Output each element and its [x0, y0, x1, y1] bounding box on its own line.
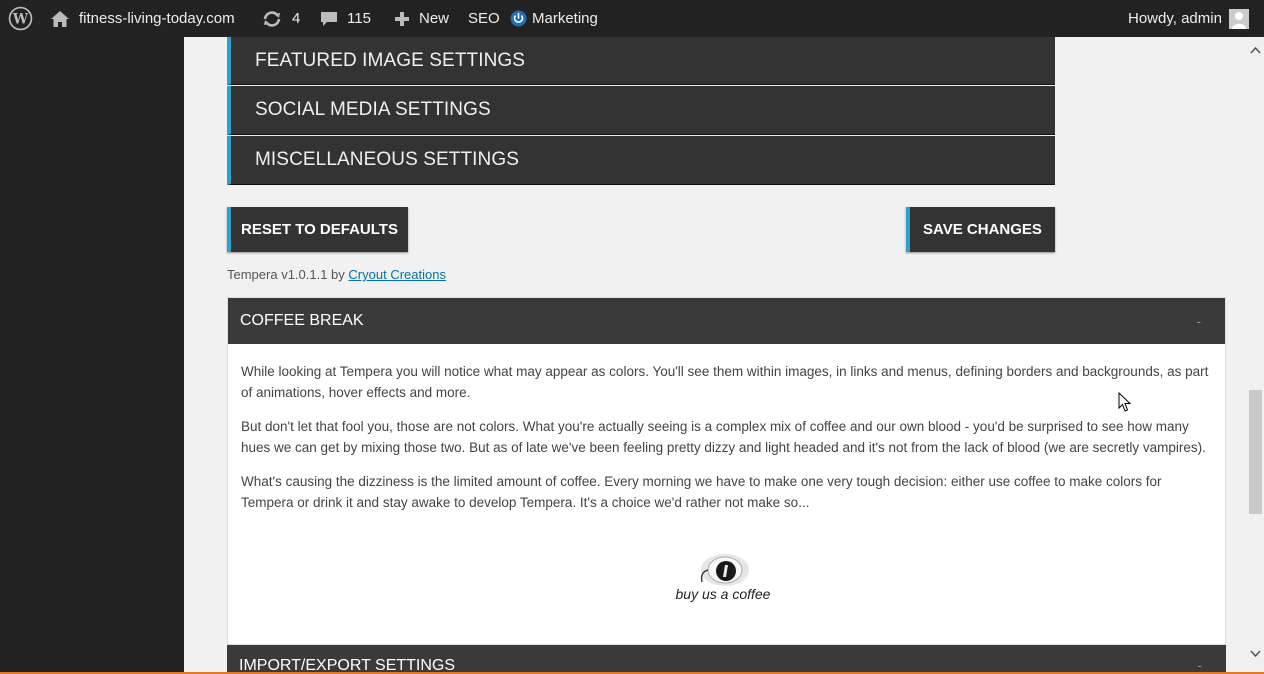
coffee-break-panel: COFFEE BREAK - While looking at Tempera … [227, 297, 1226, 645]
new-label: New [419, 10, 450, 27]
coffee-break-body: While looking at Tempera you will notice… [228, 344, 1225, 513]
section-label: SOCIAL MEDIA SETTINGS [255, 99, 491, 120]
svg-text:W: W [12, 12, 29, 28]
scrollbar-thumb[interactable] [1249, 390, 1262, 514]
my-account-link[interactable]: Howdy, admin [1128, 0, 1249, 37]
new-content-link[interactable]: New [394, 0, 449, 37]
scroll-down-icon[interactable] [1250, 645, 1261, 663]
section-label: MISCELLANEOUS SETTINGS [255, 149, 520, 170]
coffee-label: buy us a coffee [675, 586, 771, 602]
plus-icon [394, 11, 410, 27]
scroll-up-icon[interactable] [1250, 41, 1261, 59]
paragraph: What's causing the dizziness is the limi… [241, 474, 1162, 510]
updates-count: 4 [292, 10, 301, 27]
updates-icon [262, 10, 282, 28]
wordpress-logo-icon[interactable]: W [8, 0, 33, 37]
section-miscellaneous-settings[interactable]: MISCELLANEOUS SETTINGS [227, 136, 1055, 185]
cryout-creations-link[interactable]: Cryout Creations [348, 267, 446, 282]
theme-credit: Tempera v1.0.1.1 by Cryout Creations [227, 267, 446, 282]
marketing-label: Marketing [532, 10, 598, 27]
credit-prefix: Tempera v1.0.1.1 by [227, 267, 345, 282]
site-name-link[interactable]: fitness-living-today.com [50, 0, 235, 37]
site-name: fitness-living-today.com [79, 10, 235, 27]
admin-sidebar [0, 37, 184, 674]
paragraph: While looking at Tempera you will notice… [241, 364, 1209, 400]
avatar [1228, 8, 1249, 29]
panel-title: COFFEE BREAK [240, 312, 364, 329]
page-scrollbar[interactable] [1247, 37, 1264, 674]
section-featured-image-settings[interactable]: FEATURED IMAGE SETTINGS [227, 37, 1055, 85]
comments-count: 115 [347, 10, 371, 27]
seo-link[interactable]: SEO [468, 0, 500, 37]
updates-link[interactable]: 4 [262, 0, 300, 37]
collapse-toggle[interactable]: - [1196, 313, 1201, 329]
mouse-cursor-icon [1118, 391, 1132, 418]
admin-bar: W fitness-living-today.com 4 115 New SEO… [0, 0, 1264, 37]
comment-icon [319, 10, 339, 28]
greeting: Howdy, admin [1128, 10, 1222, 27]
home-icon [50, 10, 70, 28]
seo-label: SEO [468, 10, 500, 27]
power-icon [510, 10, 527, 27]
marketing-link[interactable]: Marketing [510, 0, 598, 37]
save-changes-button[interactable]: SAVE CHANGES [906, 207, 1055, 252]
paragraph: But don't let that fool you, those are n… [241, 419, 1206, 455]
section-label: FEATURED IMAGE SETTINGS [255, 49, 526, 71]
section-social-media-settings[interactable]: SOCIAL MEDIA SETTINGS [227, 86, 1055, 135]
coffee-break-header[interactable]: COFFEE BREAK - [228, 298, 1225, 344]
reset-to-defaults-button[interactable]: RESET TO DEFAULTS [227, 207, 408, 252]
buy-us-a-coffee-button[interactable]: buy us a coffee [668, 548, 778, 610]
import-export-settings-header[interactable]: IMPORT/EXPORT SETTINGS - [227, 645, 1226, 674]
comments-link[interactable]: 115 [319, 0, 371, 37]
